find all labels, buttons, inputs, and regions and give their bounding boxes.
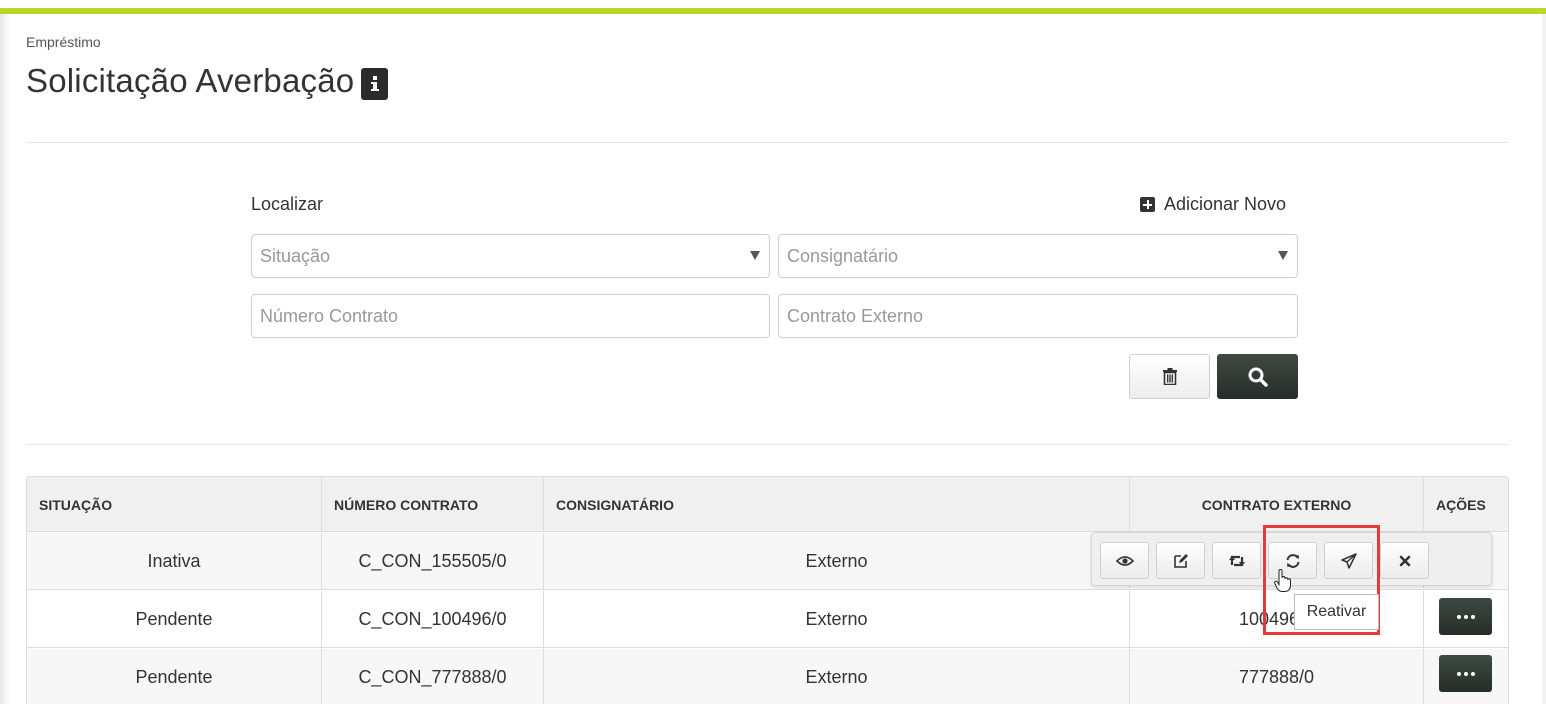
column-header-acoes: AÇÕES	[1436, 496, 1486, 513]
hand-cursor-icon	[1274, 569, 1291, 592]
column-header-numero-contrato[interactable]: NÚMERO CONTRATO	[322, 477, 544, 532]
table-row: Pendente C_CON_777888/0 Externo 777888/0	[27, 649, 1508, 704]
retweet-icon	[1228, 555, 1245, 566]
eye-icon	[1115, 555, 1134, 566]
contrato-externo-input[interactable]	[778, 294, 1298, 338]
cell-consignatario: Externo	[544, 591, 1130, 648]
clear-filters-button[interactable]	[1129, 354, 1210, 399]
chevron-down-icon	[1278, 251, 1288, 260]
top-accent-bar	[0, 8, 1546, 14]
divider	[26, 142, 1508, 143]
consignatario-select[interactable]: Consignatário	[778, 234, 1298, 278]
view-button[interactable]	[1100, 542, 1149, 579]
cell-situacao: Pendente	[27, 649, 322, 704]
search-icon	[1248, 367, 1268, 387]
cell-contrato-externo: 777888/0	[1130, 649, 1424, 704]
breadcrumb[interactable]: Empréstimo	[26, 34, 101, 50]
cell-numero-contrato: C_CON_777888/0	[322, 649, 544, 704]
more-actions-button[interactable]	[1439, 655, 1492, 692]
plus-icon	[1140, 197, 1155, 212]
edit-button[interactable]	[1156, 542, 1205, 579]
divider	[26, 444, 1508, 445]
close-icon	[1399, 555, 1410, 566]
column-header-situacao[interactable]: SITUAÇÃO	[27, 477, 322, 532]
transfer-button[interactable]	[1212, 542, 1261, 579]
cell-numero-contrato: C_CON_155505/0	[322, 533, 544, 590]
cell-numero-contrato: C_CON_100496/0	[322, 591, 544, 648]
trash-icon	[1162, 368, 1177, 385]
cell-situacao: Inativa	[27, 533, 322, 590]
info-icon[interactable]	[361, 68, 388, 100]
left-panel-edge	[0, 14, 10, 704]
cancel-button[interactable]	[1380, 542, 1429, 579]
column-header-consignatario[interactable]: CONSIGNATÁRIO	[544, 477, 1130, 532]
column-header-contrato-externo[interactable]: CONTRATO EXTERNO	[1130, 477, 1424, 532]
chevron-down-icon	[750, 251, 760, 260]
right-panel-edge	[1542, 14, 1546, 704]
cell-consignatario: Externo	[544, 649, 1130, 704]
cell-situacao: Pendente	[27, 591, 322, 648]
add-new-link[interactable]: Adicionar Novo	[1140, 194, 1286, 215]
table-header-row: SITUAÇÃO NÚMERO CONTRATO CONSIGNATÁRIO C…	[27, 477, 1508, 532]
page-title: Solicitação Averbação	[26, 62, 355, 99]
numero-contrato-input[interactable]	[251, 294, 770, 338]
consignatario-select-placeholder: Consignatário	[787, 245, 899, 266]
more-actions-button[interactable]	[1439, 598, 1492, 635]
edit-icon	[1173, 553, 1188, 568]
situacao-select[interactable]: Situação	[251, 234, 770, 278]
search-button[interactable]	[1217, 354, 1298, 399]
situacao-select-placeholder: Situação	[260, 245, 331, 266]
reactivate-tooltip: Reativar	[1294, 594, 1379, 630]
add-new-label: Adicionar Novo	[1164, 194, 1287, 214]
search-section-label: Localizar	[251, 194, 324, 214]
cell-consignatario: Externo	[544, 533, 1130, 590]
